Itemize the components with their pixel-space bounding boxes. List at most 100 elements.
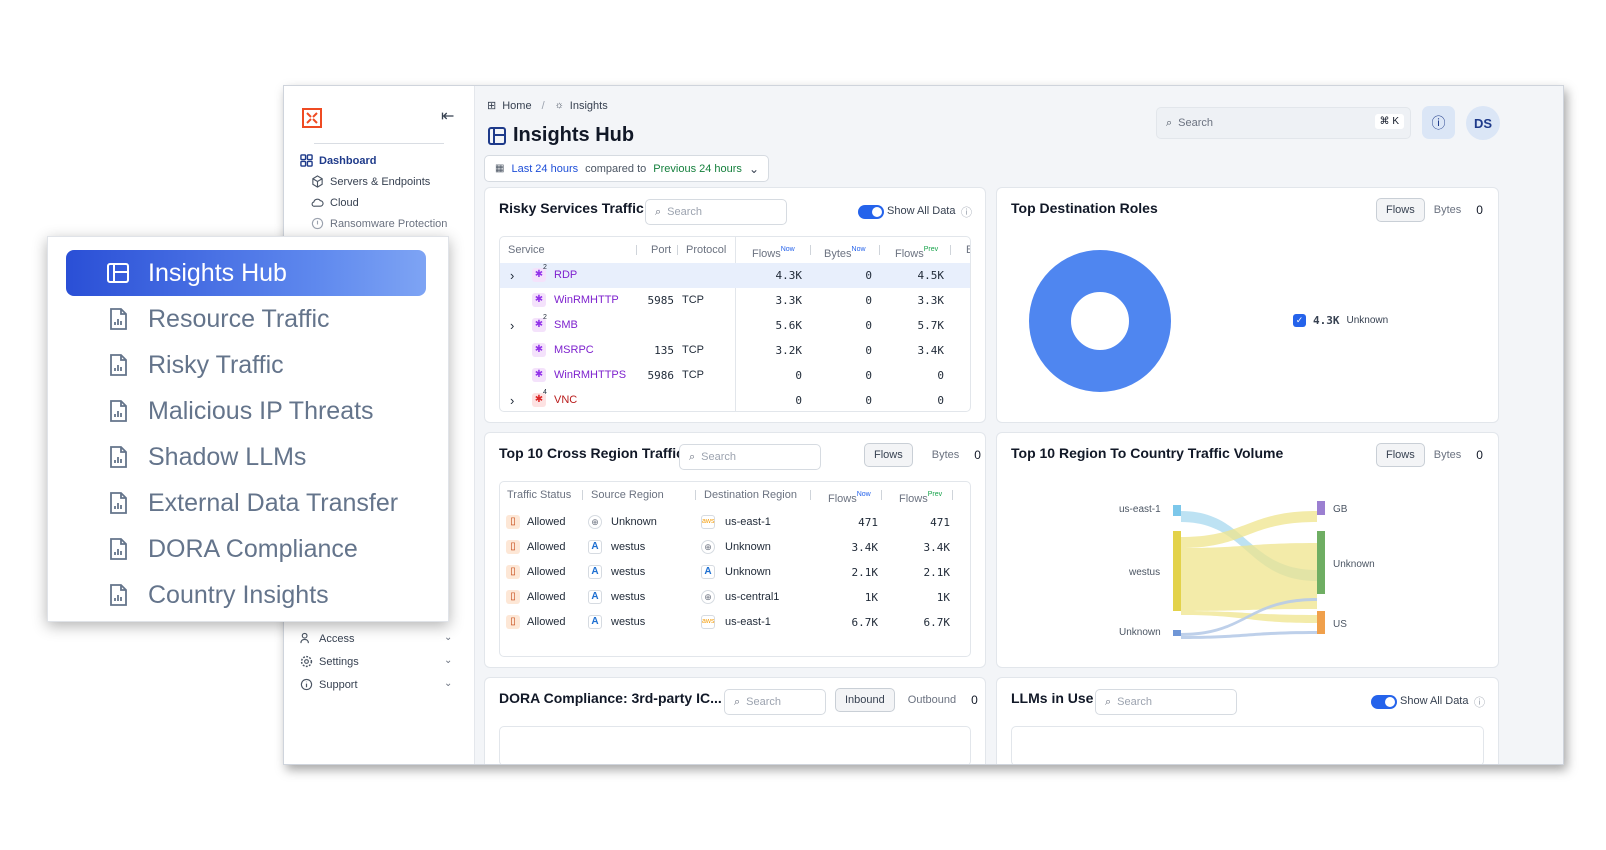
table-row[interactable]: ✱ WinRMHTTP 5985 TCP 3.3K 0 3.3K — [500, 288, 970, 313]
checkbox-checked-icon[interactable]: ✓ — [1293, 314, 1306, 327]
table-row[interactable]: › ✱ 2 RDP 4.3K 0 4.5K — [500, 263, 970, 288]
sidebar-item-support[interactable]: Support — [300, 678, 358, 691]
info-icon[interactable]: ⓘ — [961, 204, 972, 220]
flows-prev: 6.7K — [923, 616, 951, 629]
sidebar-item-settings[interactable]: Settings — [300, 655, 359, 668]
menu-item[interactable]: Country Insights — [106, 572, 329, 618]
bytes-now: 0 — [865, 369, 872, 382]
chevron-down-icon[interactable]: ⌄ — [444, 632, 452, 643]
sidebar-item-servers[interactable]: Servers & Endpoints — [311, 175, 430, 188]
sidebar-item-access[interactable]: Access — [300, 632, 354, 645]
search-input[interactable]: ⌕ Search — [679, 444, 821, 470]
show-all-toggle[interactable] — [858, 205, 884, 219]
sidebar-item-dashboard[interactable]: Dashboard — [300, 154, 376, 167]
table-row[interactable]: › ✱ 2 SMB 5.6K 0 5.7K — [500, 313, 970, 338]
menu-item[interactable]: Resource Traffic — [106, 296, 330, 342]
global-search-input[interactable]: ⌕ Search ⌘ K — [1156, 107, 1411, 139]
sankey-node-unknown-right[interactable] — [1317, 531, 1325, 594]
col-status[interactable]: Traffic Status — [507, 482, 571, 508]
breadcrumb-current[interactable]: Insights — [570, 100, 608, 112]
sankey-node-westus[interactable] — [1173, 531, 1181, 611]
show-all-toggle[interactable] — [1371, 695, 1397, 709]
service-name[interactable]: SMB — [554, 313, 578, 338]
chevron-down-icon: ⌄ — [748, 161, 759, 176]
table-row[interactable]: › ✱ 4 VNC 0 0 0 — [500, 388, 970, 411]
flows-button[interactable]: Flows — [864, 443, 913, 467]
collapse-sidebar-icon[interactable]: ⇤ — [441, 106, 454, 126]
expand-chevron-icon[interactable]: › — [510, 388, 514, 411]
service-name[interactable]: WinRMHTTP — [554, 288, 619, 313]
chevron-down-icon[interactable]: ⌄ — [444, 678, 452, 689]
chevron-down-icon[interactable]: ⌄ — [444, 655, 452, 666]
flows-now: 3.4K — [851, 541, 879, 554]
expand-chevron-icon[interactable]: › — [510, 313, 514, 338]
menu-item[interactable]: Shadow LLMs — [106, 434, 306, 480]
col-flows-now[interactable]: FlowsNow — [828, 482, 871, 508]
service-name[interactable]: VNC — [554, 388, 577, 411]
door-icon: ▯ — [506, 565, 520, 580]
sankey-node-us-east-1[interactable] — [1173, 505, 1181, 516]
inbound-button[interactable]: Inbound — [835, 688, 895, 712]
table-row[interactable]: ✱ WinRMHTTPS 5986 TCP 0 0 0 — [500, 363, 970, 388]
lightbulb-icon: ☼ — [554, 100, 564, 111]
search-input[interactable]: ⌕ Search — [724, 689, 826, 715]
col-bytes-now[interactable]: BytesNow — [824, 237, 866, 263]
sidebar-item-label: Settings — [319, 655, 359, 668]
help-button[interactable]: ⓘ — [1422, 106, 1455, 139]
breadcrumb-separator: / — [541, 99, 545, 112]
info-circle-icon — [300, 678, 313, 691]
col-destination[interactable]: Destination Region — [704, 482, 797, 508]
table-row[interactable]: ✱ MSRPC 135 TCP 3.2K 0 3.4K — [500, 338, 970, 363]
sidebar-item-ransomware[interactable]: Ransomware Protection — [311, 217, 447, 230]
avatar[interactable]: DS — [1466, 106, 1500, 140]
dora-table — [499, 726, 971, 764]
table-row[interactable]: ▯ Allowed Awestus ⊕ Unknown 3.4K 3.4K — [500, 535, 970, 560]
table-row[interactable]: ▯ Allowed ⊕ Unknown aws us-east-1 471 471 — [500, 510, 970, 535]
outbound-button[interactable]: Outbound — [899, 689, 965, 711]
donut-slice-unknown[interactable] — [1029, 250, 1171, 392]
sidebar-item-label: Servers & Endpoints — [330, 175, 431, 188]
flows-button[interactable]: Flows — [1376, 198, 1425, 222]
count-value: 0 — [1476, 203, 1483, 217]
table-row[interactable]: ▯ Allowed Awestus aws us-east-1 6.7K 6.7K — [500, 610, 970, 635]
app-logo-icon[interactable] — [302, 108, 322, 128]
menu-item[interactable]: External Data Transfer — [106, 480, 398, 526]
sankey-node-gb[interactable] — [1317, 501, 1325, 515]
menu-item[interactable]: Malicious IP Threats — [106, 388, 374, 434]
card-title: Top Destination Roles — [1011, 200, 1158, 216]
search-input[interactable]: ⌕ Search — [645, 199, 787, 225]
bytes-button[interactable]: Bytes — [1425, 199, 1471, 221]
breadcrumb-home[interactable]: Home — [502, 100, 531, 112]
service-name[interactable]: MSRPC — [554, 338, 594, 363]
col-service[interactable]: Service — [508, 237, 545, 263]
bytes-button[interactable]: Bytes — [923, 444, 969, 466]
service-name[interactable]: RDP — [554, 263, 577, 288]
source-region: westus — [611, 541, 646, 553]
shortcut-badge: ⌘ K — [1374, 114, 1404, 129]
date-range-picker[interactable]: ▦ Last 24 hours compared to Previous 24 … — [484, 155, 769, 182]
menu-item[interactable]: DORA Compliance — [106, 526, 358, 572]
col-port[interactable]: Port — [651, 237, 671, 263]
table-row[interactable]: ▯ Allowed Awestus A Unknown 2.1K 2.1K — [500, 560, 970, 585]
sankey-node-unknown-left[interactable] — [1173, 630, 1181, 636]
col-protocol[interactable]: Protocol — [686, 237, 726, 263]
expand-chevron-icon[interactable]: › — [510, 263, 514, 288]
col-flows-now[interactable]: FlowsNow — [752, 237, 795, 263]
table-row[interactable]: ▯ Allowed Awestus ⊕ us-central1 1K 1K — [500, 585, 970, 610]
menu-item[interactable]: Risky Traffic — [106, 342, 284, 388]
search-input[interactable]: ⌕ Search — [1095, 689, 1237, 715]
sidebar-item-cloud[interactable]: Cloud — [311, 196, 359, 209]
col-flows-prev[interactable]: FlowsPrev — [895, 237, 938, 263]
column-divider — [695, 490, 696, 500]
info-icon[interactable]: ⓘ — [1474, 694, 1485, 710]
card-title: Top 10 Cross Region Traffic — [499, 445, 684, 461]
col-flows-prev[interactable]: FlowsPrev — [899, 482, 942, 508]
col-b[interactable]: B — [966, 237, 970, 263]
menu-item-label: Insights Hub — [148, 258, 287, 287]
service-name[interactable]: WinRMHTTPS — [554, 363, 626, 388]
col-source[interactable]: Source Region — [591, 482, 664, 508]
sankey-node-us[interactable] — [1317, 611, 1325, 634]
legend-item[interactable]: ✓ 4.3K Unknown — [1293, 314, 1388, 327]
legend-value: 4.3K — [1313, 314, 1340, 327]
flows-now: 2.1K — [851, 566, 879, 579]
